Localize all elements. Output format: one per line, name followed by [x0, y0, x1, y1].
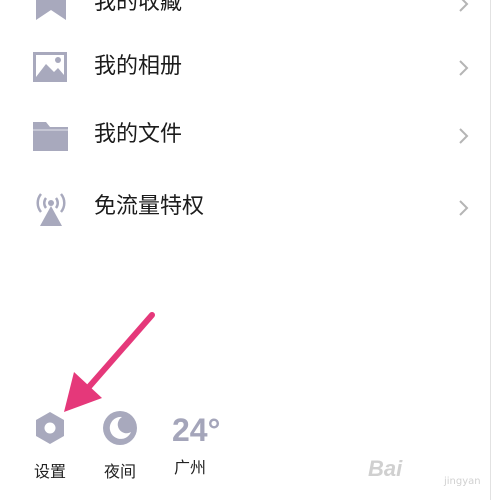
- night-mode-label: 夜间: [103, 462, 136, 481]
- image-icon: [33, 52, 67, 82]
- chevron-right-icon: [459, 200, 469, 216]
- chevron-right-icon: [459, 128, 469, 144]
- menu-item-label: 我的收藏: [94, 0, 183, 15]
- menu-item-favorites[interactable]: 我的收藏: [0, 0, 488, 28]
- menu-item-label: 免流量特权: [94, 194, 205, 219]
- menu-item-free-traffic[interactable]: 免流量特权: [0, 182, 488, 232]
- menu-item-files[interactable]: 我的文件: [0, 110, 488, 160]
- chevron-right-icon: [459, 0, 469, 12]
- signal-tower-icon: [36, 193, 66, 226]
- menu-item-label: 我的文件: [94, 122, 183, 147]
- watermark-text: Bai: [368, 456, 403, 481]
- folder-icon: [33, 122, 68, 151]
- chevron-right-icon: [459, 60, 469, 76]
- watermark-subtext: jingyan: [444, 476, 481, 487]
- moon-icon: [103, 411, 137, 445]
- settings-icon: [36, 412, 64, 444]
- menu-item-album[interactable]: 我的相册: [0, 42, 488, 92]
- menu-item-label: 我的相册: [94, 54, 183, 79]
- weather-temperature[interactable]: 24°: [172, 410, 220, 450]
- settings-label: 设置: [33, 462, 66, 481]
- bookmark-icon: [36, 0, 66, 20]
- watermark-logo: Bai jingyan: [368, 452, 493, 492]
- weather-city: 广州: [173, 458, 206, 477]
- panel-right-border: [490, 0, 491, 500]
